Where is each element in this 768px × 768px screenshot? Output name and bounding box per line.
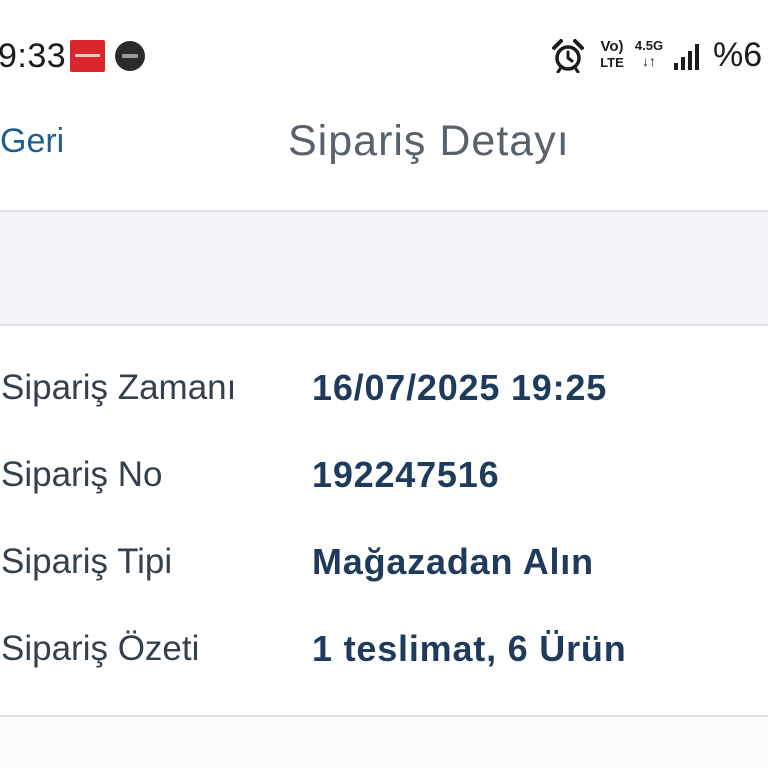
section-divider (0, 324, 768, 326)
back-button[interactable]: Geri (0, 120, 64, 162)
network-type-label: 4.5G (634, 38, 664, 53)
order-number-label: Sipariş No (1, 455, 163, 494)
status-time: 9:33 (0, 37, 67, 75)
signal-strength-icon (674, 44, 699, 70)
order-number-row: Sipariş No 192247516 (0, 431, 768, 518)
alarm-clock-icon (552, 39, 584, 73)
app-notification-dark-icon (115, 41, 145, 71)
order-time-value: 16/07/2025 19:25 (312, 367, 608, 408)
status-bar: 9:33 Vo) LTE 4.5G ↓↑ %6 (0, 0, 768, 110)
order-time-row: Sipariş Zamanı 16/07/2025 19:25 (0, 344, 768, 431)
order-summary-value: 1 teslimat, 6 Ürün (312, 628, 627, 669)
navigation-header: Geri Sipariş Detayı (0, 110, 768, 210)
volte-label: Vo) (600, 38, 624, 55)
order-summary-row: Sipariş Özeti 1 teslimat, 6 Ürün (0, 605, 768, 692)
order-type-label: Sipariş Tipi (1, 542, 173, 581)
data-activity-arrows-icon: ↓↑ (642, 53, 656, 69)
volte-indicator: Vo) LTE (596, 38, 628, 70)
page-title: Sipariş Detayı (288, 117, 570, 165)
section-spacer-band (0, 212, 768, 324)
order-type-row: Sipariş Tipi Mağazadan Alın (0, 518, 768, 605)
app-notification-red-icon (70, 40, 105, 72)
network-indicator: 4.5G ↓↑ (633, 38, 665, 69)
lte-label: LTE (600, 55, 624, 70)
order-time-label: Sipariş Zamanı (1, 368, 237, 407)
order-summary-label: Sipariş Özeti (1, 629, 200, 668)
battery-percentage: %6 (713, 36, 763, 74)
order-details-list: Sipariş Zamanı 16/07/2025 19:25 Sipariş … (0, 344, 768, 692)
order-number-value: 192247516 (312, 454, 500, 495)
order-type-value: Mağazadan Alın (312, 541, 594, 582)
order-detail-screen: 9:33 Vo) LTE 4.5G ↓↑ %6 Geri Sipariş Det… (0, 0, 768, 768)
bottom-section (0, 717, 768, 768)
